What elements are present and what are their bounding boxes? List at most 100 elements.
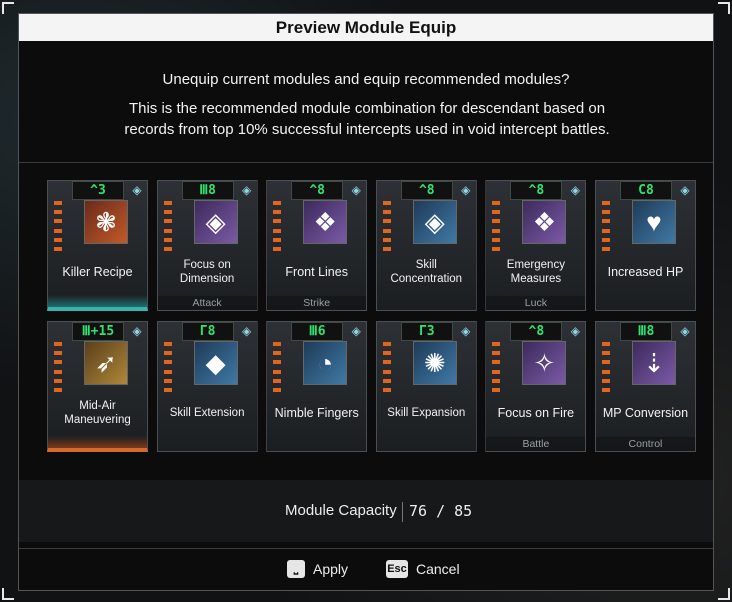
- level-bar: [273, 351, 282, 356]
- module-art-icon: ✧: [522, 341, 567, 385]
- socket-type-icon: ◈: [461, 324, 471, 338]
- module-name: Focus on Fire: [497, 406, 575, 420]
- level-bar: [492, 360, 501, 365]
- level-bar: [54, 360, 62, 365]
- level-bar: [273, 228, 282, 233]
- level-bar: [601, 342, 610, 346]
- module-art-icon: ✺: [412, 341, 457, 385]
- module-art-icon: ♥: [631, 200, 676, 244]
- module-capacity-cost: Ⅲ8: [181, 181, 234, 200]
- module-art-icon: ❖: [303, 200, 348, 244]
- socket-type-icon: ◈: [351, 183, 361, 197]
- module-card[interactable]: ^3 ◈ ❃ Killer Recipe: [47, 180, 148, 311]
- module-card[interactable]: Ⅲ6 ◈ ◔ Nimble Fingers: [266, 321, 368, 452]
- enhancement-level-bars: [492, 342, 501, 392]
- dialog-title: Preview Module Equip: [275, 17, 457, 37]
- module-category: Control: [595, 437, 695, 451]
- level-bar: [54, 237, 62, 242]
- module-card[interactable]: Ⅲ8 ◈ ⇣ MP Conversion Control: [594, 321, 696, 452]
- confirm-message: Unequip current modules and equip recomm…: [162, 71, 570, 88]
- level-bar: [54, 342, 62, 346]
- capacity-label: Module Capacity: [285, 502, 397, 519]
- module-capacity-cost: ^8: [400, 181, 453, 200]
- enhancement-level-bars: [492, 201, 501, 251]
- module-name: Skill Expansion: [387, 407, 466, 419]
- module-art-icon: ◈: [412, 200, 457, 244]
- module-category: Luck: [486, 296, 586, 310]
- enhancement-level-bars: [54, 342, 62, 392]
- level-bar: [601, 378, 610, 383]
- module-capacity-cost: C8: [619, 181, 672, 200]
- level-bar: [382, 360, 391, 365]
- module-card[interactable]: ^8 ◈ ✧ Focus on Fire Battle: [485, 321, 587, 452]
- socket-type-icon: ◈: [241, 324, 252, 338]
- level-bar: [163, 237, 172, 242]
- module-name: Increased HP: [607, 265, 684, 279]
- level-bar: [163, 351, 172, 356]
- level-bar: [382, 342, 391, 346]
- level-bar: [163, 210, 172, 215]
- capacity-separator: [402, 502, 403, 522]
- level-bar: [54, 228, 62, 233]
- level-bar: [163, 342, 172, 346]
- level-bar: [273, 219, 282, 224]
- level-bar: [382, 219, 391, 224]
- level-bar: [163, 219, 172, 224]
- module-capacity-cost: ^8: [510, 322, 563, 341]
- level-bar: [492, 351, 501, 356]
- level-bar: [382, 210, 391, 215]
- apply-button[interactable]: ⎵ Apply: [287, 560, 348, 578]
- level-bar: [601, 237, 610, 242]
- enhancement-level-bars: [601, 342, 610, 392]
- level-bar: [273, 342, 282, 346]
- level-bar: [492, 210, 501, 215]
- module-card[interactable]: Ⅲ+15 ◈ ➶ Mid-Air Maneuvering: [47, 321, 148, 452]
- enhancement-level-bars: [54, 201, 62, 251]
- divider: [19, 548, 713, 549]
- space-key-icon: ⎵: [287, 560, 305, 578]
- module-capacity-cost: Ⅲ8: [619, 322, 672, 341]
- module-card[interactable]: ^8 ◈ ❖ Front Lines Strike: [266, 180, 368, 311]
- module-name: Skill Concentration: [390, 259, 463, 285]
- corner-bracket: [2, 2, 14, 14]
- level-bar: [382, 378, 391, 383]
- level-bar: [601, 228, 610, 233]
- module-art-icon: ◆: [193, 341, 238, 385]
- module-name: Mid-Air Maneuvering: [64, 400, 131, 426]
- socket-type-icon: ◈: [570, 324, 580, 338]
- module-card[interactable]: Γ3 ◈ ✺ Skill Expansion: [375, 321, 477, 452]
- level-bar: [601, 210, 610, 215]
- corner-bracket: [2, 588, 14, 600]
- cancel-button[interactable]: Esc Cancel: [386, 560, 460, 578]
- level-bar: [54, 210, 62, 215]
- cancel-label: Cancel: [416, 561, 460, 577]
- socket-type-icon: ◈: [680, 183, 690, 197]
- socket-type-icon: ◈: [132, 183, 142, 197]
- socket-type-icon: ◈: [132, 324, 142, 338]
- level-bar: [163, 378, 172, 383]
- level-bar: [492, 219, 501, 224]
- module-card[interactable]: ^8 ◈ ❖ Emergency Measures Luck: [485, 180, 587, 311]
- module-card[interactable]: Ⅲ8 ◈ ◈ Focus on Dimension Attack: [156, 180, 258, 311]
- enhancement-level-bars: [273, 201, 282, 251]
- level-bar: [163, 360, 172, 365]
- level-bar: [601, 201, 610, 205]
- level-bar: [601, 369, 610, 374]
- detail-message: This is the recommended module combinati…: [124, 100, 610, 138]
- level-bar: [492, 342, 501, 346]
- module-art-icon: ❃: [84, 200, 128, 244]
- level-bar: [54, 351, 62, 356]
- module-grid: ^3 ◈ ❃ Killer Recipe Ⅲ8 ◈ ◈ Focus on Dimension A…: [47, 180, 696, 452]
- socket-type-icon: ◈: [680, 324, 690, 338]
- module-card[interactable]: Γ8 ◈ ◆ Skill Extension: [156, 321, 258, 452]
- module-card[interactable]: ^8 ◈ ◈ Skill Concentration: [375, 180, 477, 311]
- module-card[interactable]: C8 ◈ ♥ Increased HP: [594, 180, 696, 311]
- level-bar: [492, 228, 501, 233]
- level-bar: [163, 228, 172, 233]
- divider: [19, 162, 713, 163]
- module-capacity-cost: ^3: [72, 181, 124, 200]
- module-capacity-cost: Γ8: [181, 322, 234, 341]
- tier-strip: [48, 436, 147, 448]
- module-art-icon: ❖: [522, 200, 567, 244]
- level-bar: [273, 237, 282, 242]
